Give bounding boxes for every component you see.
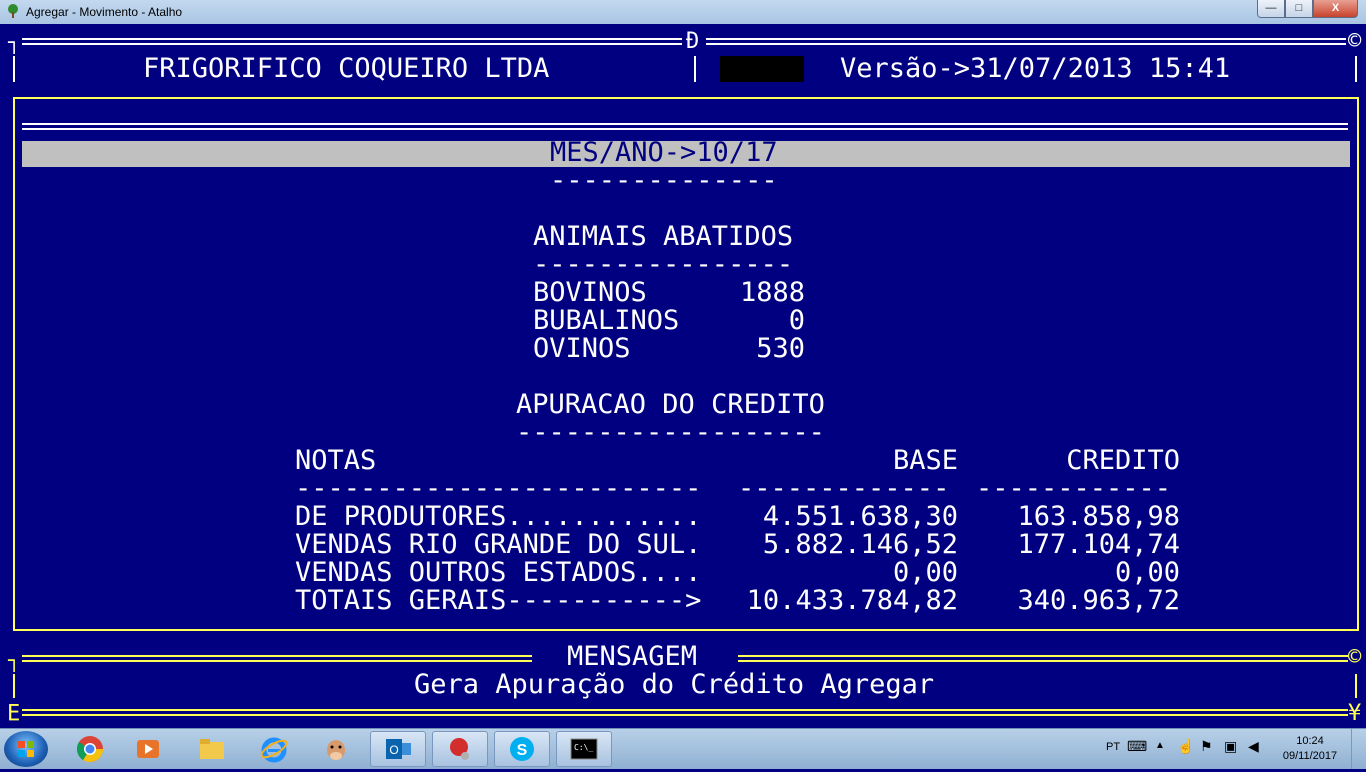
credit-row-base: 0,00 [892, 557, 958, 588]
credit-total-credito: 340.963,72 [1017, 585, 1180, 616]
start-button[interactable] [4, 731, 48, 767]
clock[interactable]: 10:24 09/11/2017 [1280, 734, 1340, 764]
version-text: Versão->31/07/2013 15:41 [840, 53, 1231, 84]
frame-corner-mid-right: © [1348, 645, 1362, 670]
credit-total-label: TOTAIS GERAIS-----------> [295, 585, 702, 616]
frame-corner-top-left: ┐ [8, 30, 21, 54]
cmd-label: C:\_ [574, 743, 593, 752]
media-player-icon[interactable] [120, 731, 176, 767]
chrome-icon[interactable] [62, 731, 118, 767]
company-name: FRIGORIFICO COQUEIRO LTDA [143, 53, 550, 84]
credit-title: APURACAO DO CREDITO [516, 389, 825, 420]
file-explorer-icon[interactable] [184, 731, 240, 767]
credit-underline: ------------------- [516, 417, 825, 448]
header-corner-mark: Ð [686, 29, 700, 54]
credit-row-credito: 163.858,98 [1017, 501, 1180, 532]
flag-icon[interactable]: ⚑ [1200, 738, 1213, 755]
tree-icon [8, 4, 18, 18]
maximize-button[interactable]: □ [1285, 0, 1313, 18]
column-header-notas: NOTAS [295, 445, 377, 476]
animal-value-bubalinos: 0 [788, 305, 805, 336]
svg-text:S: S [517, 742, 528, 759]
credit-row-label: VENDAS RIO GRANDE DO SUL. [295, 529, 702, 560]
volume-icon[interactable]: ◀ [1248, 738, 1259, 755]
message-title: MENSAGEM [567, 641, 698, 672]
command-prompt-icon[interactable]: C:\_ [556, 731, 612, 767]
header-right-border [1355, 56, 1357, 82]
credit-row-label: DE PRODUTORES............ [295, 501, 702, 532]
animal-label-bovinos: BOVINOS [533, 277, 647, 308]
credit-row-base: 4.551.638,30 [762, 501, 958, 532]
header-top-rule-left [22, 38, 682, 45]
console-screen: ┐ Ð © FRIGORIFICO COQUEIRO LTDA Versão->… [0, 24, 1366, 728]
windows-logo-icon [18, 741, 34, 757]
message-right-border [1355, 674, 1357, 698]
show-hidden-icons-icon[interactable]: ▲ [1155, 740, 1165, 751]
network-icon[interactable]: ▣ [1224, 738, 1237, 755]
animal-value-ovinos: 530 [756, 333, 805, 364]
animals-title: ANIMAIS ABATIDOS [533, 221, 794, 252]
message-text: Gera Apuração do Crédito Agregar [414, 669, 935, 700]
window-controls: — □ X [1257, 0, 1358, 18]
hand-icon[interactable]: ☝ [1177, 738, 1194, 755]
frame-corner-top-right: © [1348, 29, 1362, 54]
window-title-bar: Agregar - Movimento - Atalho — □ X [0, 0, 1366, 24]
taskbar: O S C:\_ PT ⌨ ▲ ☝ ⚑ ▣ ◀ 10:24 09/11/2017 [0, 728, 1366, 769]
close-button[interactable]: X [1313, 0, 1358, 18]
clock-date: 09/11/2017 [1282, 750, 1338, 762]
app-red-icon[interactable] [432, 731, 488, 767]
credit-total-base: 10.433.784,82 [746, 585, 958, 616]
credit-row-credito: 0,00 [1114, 557, 1180, 588]
credit-row-credito: 177.104,74 [1017, 529, 1180, 560]
animal-value-bovinos: 1888 [739, 277, 805, 308]
internet-explorer-icon[interactable] [246, 731, 302, 767]
language-indicator[interactable]: PT [1106, 741, 1120, 753]
cow-app-icon[interactable] [308, 731, 364, 767]
header-separator [694, 56, 696, 82]
animals-underline: ---------------- [533, 249, 794, 280]
window-title: Agregar - Movimento - Atalho [26, 5, 183, 19]
frame-corner-bottom-right: ¥ [1348, 701, 1362, 726]
main-panel-top-rule [22, 123, 1348, 130]
message-bottom-rule [22, 709, 1348, 716]
show-desktop-button[interactable] [1351, 729, 1366, 769]
animal-label-bubalinos: BUBALINOS [533, 305, 680, 336]
column-dashes-credito: ------------ [976, 473, 1172, 504]
credit-row-label: VENDAS OUTROS ESTADOS.... [295, 557, 702, 588]
header-left-border [13, 56, 15, 82]
skype-icon[interactable]: S [494, 731, 550, 767]
frame-corner-mid-left: ┐ [8, 648, 21, 672]
column-header-base: BASE [892, 445, 958, 476]
credit-row-base: 5.882.146,52 [762, 529, 958, 560]
keyboard-icon[interactable]: ⌨ [1127, 738, 1147, 755]
minimize-button[interactable]: — [1257, 0, 1285, 18]
period-label: MES/ANO->10/17 [550, 137, 778, 168]
message-rule-left [22, 655, 532, 662]
clock-time: 10:24 [1296, 735, 1324, 747]
user-field-box [720, 56, 804, 82]
animal-label-ovinos: OVINOS [533, 333, 631, 364]
svg-text:O: O [389, 743, 398, 757]
period-underline: -------------- [550, 165, 778, 196]
header-top-rule-right [706, 38, 1346, 45]
column-header-credito: CREDITO [1066, 445, 1180, 476]
message-rule-right [738, 655, 1348, 662]
column-dashes-base: ------------- [738, 473, 950, 504]
outlook-icon[interactable]: O [370, 731, 426, 767]
column-dashes-notas: ------------------------- [295, 473, 702, 504]
message-left-border [13, 674, 15, 698]
frame-corner-bottom-left: Ε [7, 701, 21, 726]
